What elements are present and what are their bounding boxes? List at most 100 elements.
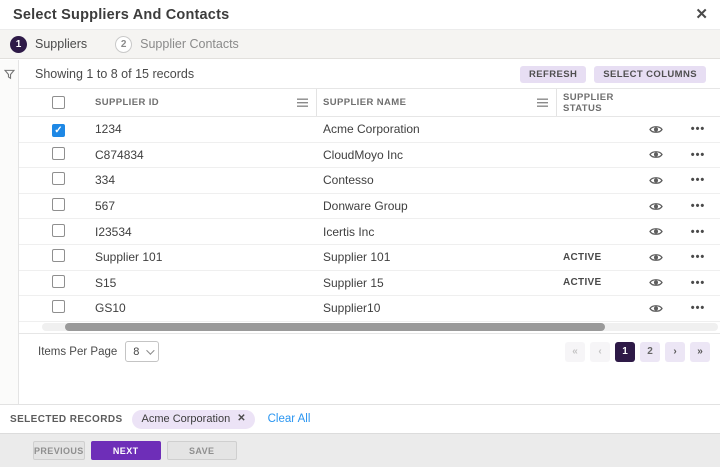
supplier-name-cell: Supplier 101	[323, 250, 391, 265]
supplier-id-cell: 567	[95, 199, 116, 214]
supplier-name-cell: Contesso	[323, 173, 374, 188]
column-menu-icon[interactable]	[537, 98, 548, 107]
row-actions-icon[interactable]: •••	[676, 149, 720, 161]
view-eye-icon[interactable]	[635, 252, 676, 263]
column-label: SUPPLIER ID	[95, 97, 160, 108]
supplier-id-cell: GS10	[95, 301, 126, 316]
clear-all-link[interactable]: Clear All	[268, 413, 311, 425]
supplier-name-cell: Acme Corporation	[323, 122, 420, 137]
previous-button[interactable]: PREVIOUS	[33, 441, 85, 460]
items-per-page-value: 8	[133, 345, 140, 358]
table-row[interactable]: 334 Contesso •••	[19, 168, 720, 194]
row-checkbox[interactable]	[52, 172, 65, 186]
view-eye-icon[interactable]	[635, 303, 676, 314]
scrollbar-track[interactable]	[42, 323, 718, 332]
table-row[interactable]: GS10 Supplier10 •••	[19, 296, 720, 322]
filter-rail	[0, 60, 19, 404]
supplier-name-cell: Icertis Inc	[323, 224, 375, 239]
row-actions-icon[interactable]: •••	[676, 226, 720, 238]
table-row[interactable]: 567 Donware Group •••	[19, 194, 720, 220]
supplier-status-cell: ACTIVE	[563, 277, 602, 289]
items-per-page-label: Items Per Page	[38, 345, 118, 358]
stepper: 1 Suppliers 2 Supplier Contacts	[0, 30, 720, 59]
row-actions-icon[interactable]: •••	[676, 277, 720, 289]
modal-header: Select Suppliers And Contacts ✕	[0, 0, 720, 30]
page-2-button[interactable]: 2	[640, 341, 660, 362]
column-header-supplier-name[interactable]: SUPPLIER NAME	[317, 89, 557, 116]
selected-record-chip[interactable]: Acme Corporation ✕	[131, 409, 255, 429]
supplier-id-cell: I23534	[95, 224, 132, 239]
row-actions-icon[interactable]: •••	[676, 174, 720, 186]
grid-toolbar: Showing 1 to 8 of 15 records REFRESH SEL…	[19, 60, 720, 89]
horizontal-scrollbar	[19, 322, 720, 334]
column-label: SUPPLIER NAME	[323, 97, 407, 108]
row-actions-icon[interactable]: •••	[676, 123, 720, 135]
grid-panel: Showing 1 to 8 of 15 records REFRESH SEL…	[19, 60, 720, 404]
supplier-id-cell: 334	[95, 173, 116, 188]
close-icon[interactable]: ✕	[695, 7, 708, 22]
chip-label: Acme Corporation	[141, 413, 231, 425]
column-header-supplier-id[interactable]: SUPPLIER ID	[89, 89, 317, 116]
table-header-row: SUPPLIER ID SUPPLIER NAME SUPPLIER STATU…	[19, 89, 720, 117]
column-header-supplier-status[interactable]: SUPPLIER STATUS	[557, 89, 635, 116]
pagination-bar: Items Per Page 8 « ‹ 1 2 › »	[19, 334, 720, 370]
view-eye-icon[interactable]	[635, 277, 676, 288]
row-checkbox[interactable]	[52, 146, 65, 160]
supplier-id-cell: S15	[95, 275, 117, 290]
select-all-checkbox[interactable]	[52, 96, 65, 109]
first-page-button[interactable]: «	[565, 341, 585, 362]
selected-records-bar: SELECTED RECORDS Acme Corporation ✕ Clea…	[0, 404, 720, 433]
table-row[interactable]: C874834 CloudMoyo Inc •••	[19, 143, 720, 169]
record-count-text: Showing 1 to 8 of 15 records	[35, 67, 195, 81]
row-checkbox[interactable]	[52, 124, 65, 138]
select-columns-button[interactable]: SELECT COLUMNS	[594, 65, 706, 83]
save-button[interactable]: SAVE	[166, 441, 237, 460]
row-checkbox[interactable]	[52, 198, 65, 212]
row-checkbox[interactable]	[52, 274, 65, 288]
supplier-name-cell: Supplier 15	[323, 275, 384, 290]
step-supplier-contacts[interactable]: 2 Supplier Contacts	[115, 35, 239, 53]
table-row[interactable]: S15 Supplier 15 ACTIVE •••	[19, 271, 720, 297]
view-eye-icon[interactable]	[635, 149, 676, 160]
table-body: 1234 Acme Corporation ••• C874834 CloudM…	[19, 117, 720, 322]
column-menu-icon[interactable]	[297, 98, 308, 107]
last-page-button[interactable]: »	[690, 341, 710, 362]
next-page-button[interactable]: ›	[665, 341, 685, 362]
modal-body: Showing 1 to 8 of 15 records REFRESH SEL…	[0, 60, 720, 404]
supplier-name-cell: CloudMoyo Inc	[323, 147, 404, 162]
step-suppliers[interactable]: 1 Suppliers	[10, 35, 88, 53]
chip-remove-icon[interactable]: ✕	[237, 414, 245, 424]
row-checkbox[interactable]	[52, 223, 65, 237]
supplier-status-cell: ACTIVE	[563, 251, 602, 263]
supplier-id-cell: Supplier 101	[95, 250, 163, 265]
chevron-down-icon	[146, 346, 155, 355]
step-label: Suppliers	[35, 37, 88, 51]
column-label: SUPPLIER STATUS	[563, 91, 614, 114]
refresh-button[interactable]: REFRESH	[520, 65, 587, 83]
items-per-page-select[interactable]: 8	[125, 341, 160, 363]
step-number: 2	[115, 35, 133, 53]
row-checkbox[interactable]	[52, 300, 65, 314]
page-1-button[interactable]: 1	[615, 341, 635, 362]
supplier-id-cell: C874834	[95, 147, 144, 162]
modal-title: Select Suppliers And Contacts	[13, 6, 230, 23]
filter-icon[interactable]	[3, 69, 15, 404]
next-button[interactable]: NEXT	[90, 441, 161, 460]
prev-page-button[interactable]: ‹	[590, 341, 610, 362]
table-row[interactable]: 1234 Acme Corporation •••	[19, 117, 720, 143]
table-row[interactable]: Supplier 101 Supplier 101 ACTIVE •••	[19, 245, 720, 271]
step-label: Supplier Contacts	[140, 37, 239, 51]
view-eye-icon[interactable]	[635, 124, 676, 135]
row-actions-icon[interactable]: •••	[676, 302, 720, 314]
scrollbar-thumb[interactable]	[65, 323, 605, 332]
view-eye-icon[interactable]	[635, 201, 676, 212]
row-actions-icon[interactable]: •••	[676, 251, 720, 263]
row-actions-icon[interactable]: •••	[676, 200, 720, 212]
view-eye-icon[interactable]	[635, 226, 676, 237]
supplier-name-cell: Donware Group	[323, 199, 408, 214]
table-row[interactable]: I23534 Icertis Inc •••	[19, 219, 720, 245]
modal-footer: PREVIOUS NEXT SAVE	[0, 433, 720, 467]
view-eye-icon[interactable]	[635, 175, 676, 186]
row-checkbox[interactable]	[52, 249, 65, 263]
step-number: 1	[10, 35, 27, 53]
